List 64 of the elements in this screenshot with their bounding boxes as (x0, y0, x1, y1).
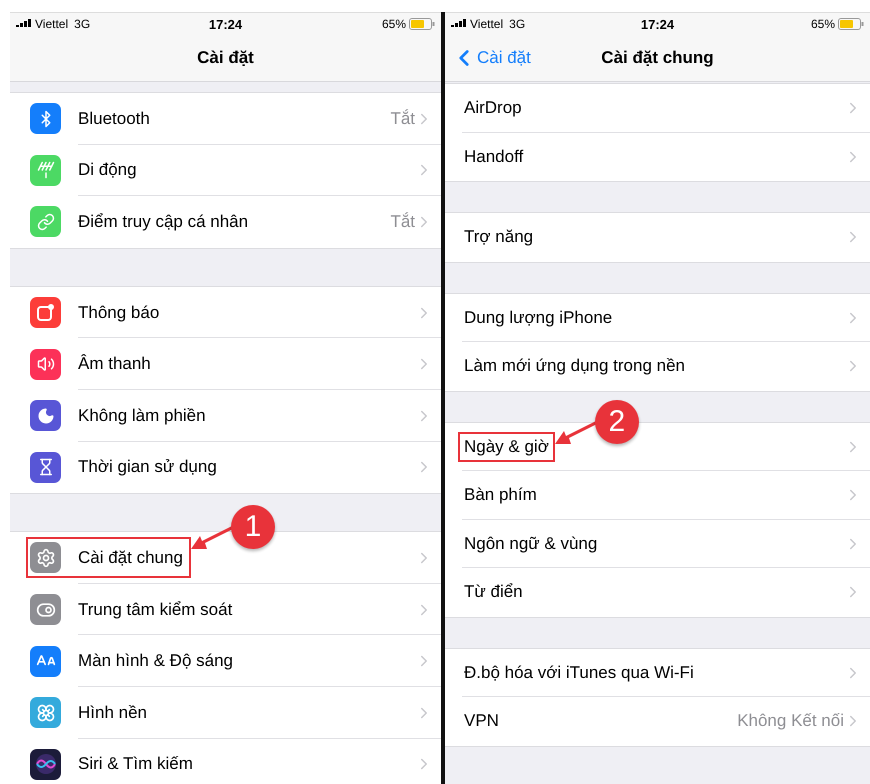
settings-row[interactable]: Màn hình & Độ sáng (10, 635, 441, 687)
signal-icon (16, 19, 32, 29)
settings-row[interactable]: Hình nền (10, 686, 441, 739)
setting-label: Ngôn ngữ & vùng (464, 534, 598, 554)
settings-row[interactable]: Ngôn ngữ & vùng (445, 520, 870, 568)
settings-row[interactable]: Trung tâm kiểm soát (10, 584, 441, 636)
battery-icon (838, 18, 864, 30)
settings-row[interactable]: Âm thanh (10, 338, 441, 390)
settings-row[interactable]: Handoff (445, 132, 870, 181)
nav-title: Cài đặt (197, 48, 254, 68)
setting-label: Ngày & giờ (464, 436, 549, 457)
setting-label: Cài đặt chung (78, 548, 183, 568)
setting-value: Tắt (390, 212, 415, 232)
setting-label: Di động (78, 160, 137, 180)
settings-row[interactable]: Đ.bộ hóa với iTunes qua Wi-Fi (445, 648, 870, 697)
settings-row[interactable]: VPN Không Kết nối (445, 697, 870, 746)
settings-row[interactable]: Dung lượng iPhone (445, 294, 870, 342)
settings-row[interactable]: Siri & Tìm kiếm (10, 738, 441, 784)
step-badge: 1 (230, 505, 275, 550)
setting-label: Điểm truy cập cá nhân (78, 212, 248, 232)
settings-row[interactable]: Thông báo (10, 286, 441, 338)
network-type: 3G (74, 17, 90, 31)
settings-row[interactable]: Không làm phiền (10, 390, 441, 442)
setting-label: AirDrop (464, 98, 522, 118)
settings-row[interactable]: Bluetooth Tắt (10, 93, 441, 145)
battery-icon (409, 18, 435, 30)
settings-row[interactable]: AirDrop (445, 84, 870, 132)
settings-row[interactable]: Di động (10, 144, 441, 196)
setting-value: Tắt (390, 108, 415, 129)
carrier-name: Viettel (35, 17, 68, 31)
network-type: 3G (509, 17, 526, 31)
signal-icon (451, 19, 467, 29)
setting-label: Handoff (464, 146, 524, 167)
setting-label: Trung tâm kiểm soát (78, 600, 232, 620)
setting-label: Siri & Tìm kiếm (78, 754, 193, 774)
carrier-name: Viettel (470, 17, 504, 31)
setting-label: VPN (464, 711, 499, 732)
setting-label: Không làm phiền (78, 406, 206, 426)
step-badge: 2 (594, 400, 639, 444)
setting-label: Làm mới ứng dụng trong nền (464, 356, 685, 376)
setting-label: Bluetooth (78, 108, 150, 129)
setting-label: Màn hình & Độ sáng (78, 651, 233, 672)
setting-label: Đ.bộ hóa với iTunes qua Wi-Fi (464, 662, 694, 683)
settings-row[interactable]: Điểm truy cập cá nhân Tắt (10, 196, 441, 248)
settings-row[interactable]: Bàn phím (445, 471, 870, 520)
setting-label: Hình nền (78, 702, 147, 723)
settings-row[interactable]: Trợ năng (445, 213, 870, 262)
settings-row[interactable]: Thời gian sử dụng (10, 442, 441, 494)
nav-title: Cài đặt chung (601, 48, 714, 68)
back-link[interactable]: Cài đặt (451, 45, 531, 71)
status-time: 17:24 (640, 16, 674, 32)
battery-percent: 65% (382, 17, 406, 31)
setting-label: Dung lượng iPhone (464, 308, 612, 328)
setting-label: Trợ năng (464, 227, 534, 248)
settings-row[interactable]: Từ điển (445, 568, 870, 616)
setting-label: Thông báo (78, 302, 160, 323)
setting-label: Bàn phím (464, 485, 537, 506)
setting-value: Không Kết nối (737, 711, 844, 732)
setting-label: Âm thanh (78, 354, 151, 374)
setting-label: Thời gian sử dụng (78, 457, 217, 478)
settings-row[interactable]: Làm mới ứng dụng trong nền (445, 342, 870, 390)
status-time: 17:24 (208, 16, 242, 32)
setting-label: Từ điển (464, 582, 523, 602)
battery-percent: 65% (810, 17, 835, 31)
